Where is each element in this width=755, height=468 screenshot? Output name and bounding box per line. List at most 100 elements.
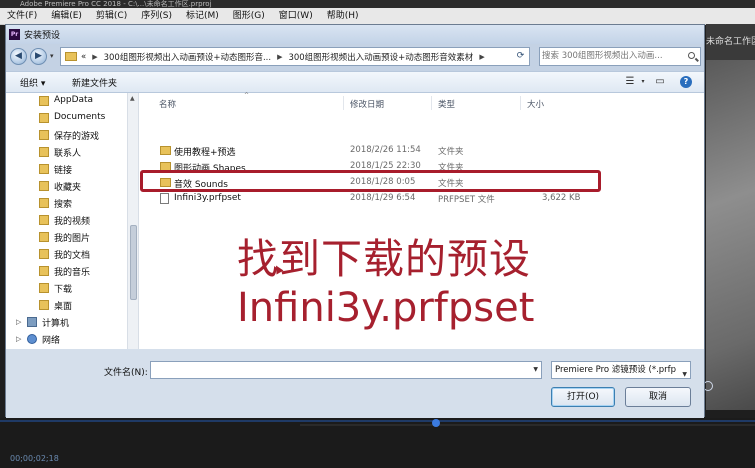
menu-sequence[interactable]: 序列(S) [134, 8, 179, 24]
folder-icon [39, 130, 49, 140]
sidebar-item-favorites[interactable]: 收藏夹 [6, 178, 127, 195]
column-divider[interactable] [431, 96, 432, 110]
address-bar[interactable]: « ▶ 300组图形视频出入动画预设+动态图形音... ▶ 300组图形视频出入… [60, 47, 530, 66]
highlight-box [140, 170, 601, 192]
folder-icon [160, 146, 171, 155]
scrollbar-thumb[interactable] [130, 225, 137, 300]
history-dropdown-icon[interactable]: ▾ [50, 52, 54, 60]
sidebar-item-computer[interactable]: ▷ 计算机 [6, 314, 127, 331]
chevron-right-icon[interactable]: ▶ [92, 53, 97, 61]
annotation-title: 找到下载的预设 [237, 235, 531, 283]
search-icon[interactable] [688, 52, 695, 59]
sidebar-item-label: 链接 [54, 166, 73, 176]
chevron-down-icon[interactable]: ▼ [533, 366, 538, 373]
menu-edit[interactable]: 编辑(E) [44, 8, 89, 24]
folder-icon [39, 181, 49, 191]
sidebar-item-label: 计算机 [42, 319, 70, 329]
dialog-titlebar: Pr 安装预设 [6, 25, 704, 44]
breadcrumb-overflow[interactable]: « [81, 52, 86, 62]
sidebar-item-contacts[interactable]: 联系人 [6, 144, 127, 161]
menu-clip[interactable]: 剪辑(C) [89, 8, 134, 24]
breadcrumb-item[interactable]: 300组图形视频出入动画预设+动态图形音... [104, 51, 271, 63]
sidebar-item-label: 保存的游戏 [54, 132, 100, 142]
file-row-prfpset[interactable]: Infini3y.prfpset 2018/1/29 6:54 PRFPSET … [144, 191, 694, 207]
preview-pane-icon[interactable]: ▭ [654, 76, 666, 88]
folder-icon [65, 52, 77, 61]
menu-help[interactable]: 帮助(H) [320, 8, 366, 24]
column-header-date[interactable]: 修改日期 [350, 98, 384, 110]
dialog-toolbar: 组织 ▾ 新建文件夹 ☰ ▾ ▭ ? [6, 71, 704, 93]
sidebar-item-label: 联系人 [54, 149, 82, 159]
filetype-select[interactable]: Premiere Pro 滤镜预设 (*.prfp ▼ [551, 361, 691, 379]
expand-arrow-icon[interactable]: ▷ [16, 318, 21, 326]
chevron-down-icon[interactable]: ▾ [637, 76, 649, 88]
preset-file-icon [160, 193, 169, 204]
breadcrumb-item[interactable]: 300组图形视频出入动画预设+动态图形音效素材 [288, 51, 473, 63]
breadcrumb: « ▶ 300组图形视频出入动画预设+动态图形音... ▶ 300组图形视频出入… [81, 48, 491, 65]
sidebar-item-label: 搜索 [54, 200, 73, 210]
sidebar-item-label: 我的音乐 [54, 268, 91, 278]
chevron-right-icon[interactable]: ▶ [277, 53, 282, 61]
scroll-up-icon[interactable]: ▲ [130, 95, 135, 102]
folder-icon [39, 198, 49, 208]
sidebar-item-appdata[interactable]: AppData [6, 93, 127, 110]
column-divider[interactable] [343, 96, 344, 110]
menu-graphics[interactable]: 图形(G) [226, 8, 272, 24]
chevron-right-icon[interactable]: ▶ [479, 53, 484, 61]
sidebar-item-my-documents[interactable]: 我的文档 [6, 246, 127, 263]
expand-arrow-icon[interactable]: ▷ [16, 335, 21, 343]
chevron-down-icon[interactable]: ▼ [682, 367, 687, 378]
search-input[interactable] [542, 49, 682, 63]
sidebar-item-searches[interactable]: 搜索 [6, 195, 127, 212]
sidebar-item-network[interactable]: ▷ 网络 [6, 331, 127, 348]
sidebar-item-videos[interactable]: 我的视频 [6, 212, 127, 229]
filename-field[interactable]: ▼ [150, 361, 542, 379]
sidebar-item-links[interactable]: 链接 [6, 161, 127, 178]
folder-icon [39, 232, 49, 242]
column-header-size[interactable]: 大小 [527, 98, 544, 110]
filename-input[interactable] [153, 363, 523, 377]
sidebar-item-label: Documents [54, 112, 106, 122]
sidebar-item-downloads[interactable]: 下载 [6, 280, 127, 297]
workspace-label[interactable]: 未命名工作区 [706, 34, 755, 47]
timecode-display: 00;00;02;18 [10, 454, 59, 463]
address-row: ◀ ▶ ▾ « ▶ 300组图形视频出入动画预设+动态图形音... ▶ 300组… [6, 44, 704, 70]
refresh-icon[interactable]: ⟳ [513, 49, 528, 64]
column-divider[interactable] [520, 96, 521, 110]
sidebar-item-music[interactable]: 我的音乐 [6, 263, 127, 280]
folder-icon [39, 164, 49, 174]
sidebar-item-desktop[interactable]: 桌面 [6, 297, 127, 314]
open-button[interactable]: 打开(O) [551, 387, 615, 407]
sidebar-item-documents[interactable]: Documents [6, 110, 127, 127]
sidebar-item-pictures[interactable]: 我的图片 [6, 229, 127, 246]
install-preset-dialog: Pr 安装预设 ◀ ▶ ▾ « ▶ 300组图形视频出入动画预设+动态图形音..… [5, 24, 705, 418]
new-folder-button[interactable]: 新建文件夹 [72, 76, 117, 89]
file-type: 文件夹 [438, 147, 464, 157]
help-icon[interactable]: ? [680, 76, 692, 88]
column-header-name[interactable]: 名称 [159, 98, 176, 110]
playhead-handle[interactable] [432, 419, 440, 427]
organize-button[interactable]: 组织 ▾ [20, 76, 45, 89]
column-header-type[interactable]: 类型 [438, 98, 455, 110]
filetype-value: Premiere Pro 滤镜预设 (*.prfp [555, 365, 677, 375]
file-type: PRFPSET 文件 [438, 195, 495, 205]
folder-icon [39, 215, 49, 225]
sidebar-item-saved-games[interactable]: 保存的游戏 [6, 127, 127, 144]
cancel-button[interactable]: 取消 [625, 387, 691, 407]
menu-file[interactable]: 文件(F) [0, 8, 44, 24]
back-arrow-icon[interactable]: ◀ [10, 48, 27, 65]
view-options-icon[interactable]: ☰ [624, 76, 636, 88]
menu-marker[interactable]: 标记(M) [179, 8, 226, 24]
sidebar-scrollbar[interactable]: ▲ [127, 93, 138, 349]
folder-icon [39, 300, 49, 310]
file-row[interactable]: 使用教程+预选 2018/2/26 11:54 文件夹 [144, 143, 694, 159]
navigation-pane: AppData Documents 保存的游戏 联系人 链接 收藏夹 搜索 我的… [6, 93, 139, 349]
file-date: 2018/1/29 6:54 [350, 193, 416, 203]
menu-window[interactable]: 窗口(W) [272, 8, 320, 24]
search-box[interactable] [539, 47, 701, 66]
file-name: Infini3y.prfpset [174, 193, 241, 203]
workspace-panel: 未命名工作区 [706, 24, 755, 410]
app-menubar: 文件(F) 编辑(E) 剪辑(C) 序列(S) 标记(M) 图形(G) 窗口(W… [0, 8, 755, 25]
folder-icon [39, 266, 49, 276]
forward-arrow-icon[interactable]: ▶ [30, 48, 47, 65]
